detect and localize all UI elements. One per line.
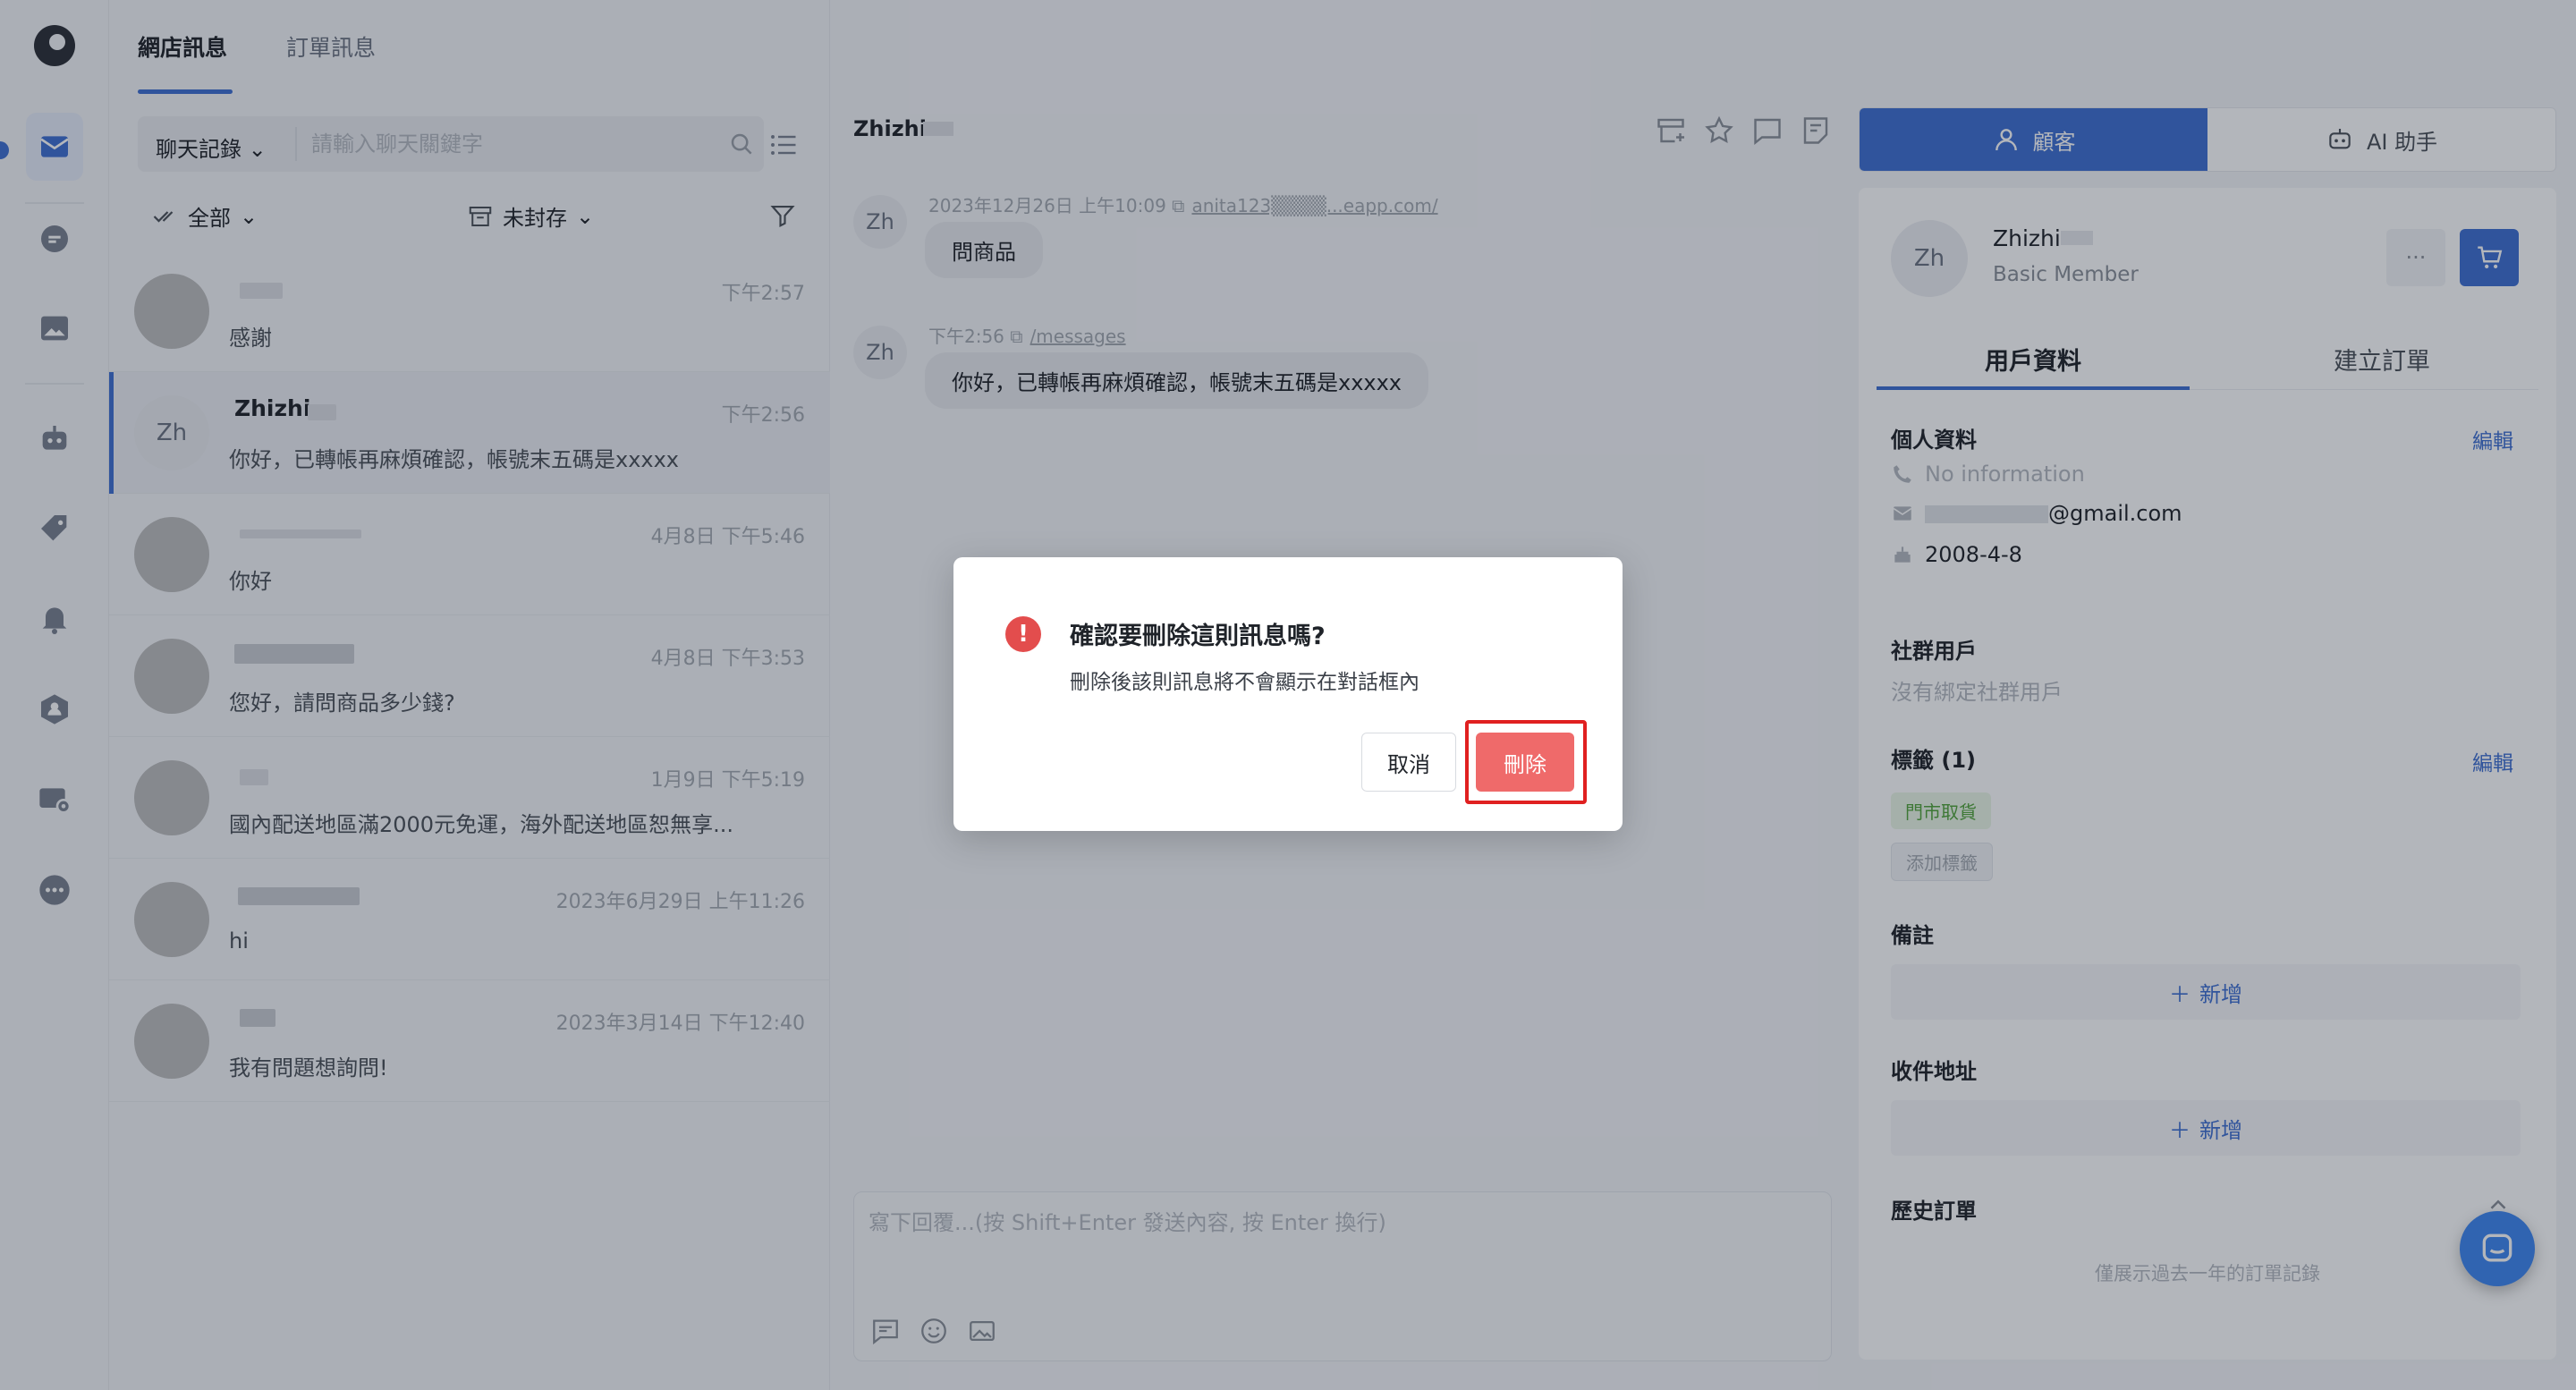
app-window: 網店訊息 訂單訊息 聊天記錄 ⌄ 全部 ⌄ 未封存 ⌄ — [0, 0, 2576, 1390]
delete-button[interactable]: 刪除 — [1476, 733, 1574, 792]
warning-icon: ! — [1005, 616, 1041, 652]
dialog-description: 刪除後該則訊息將不會顯示在對話框內 — [1070, 671, 1419, 694]
delete-confirm-dialog: ! 確認要刪除這則訊息嗎? 刪除後該則訊息將不會顯示在對話框內 取消 刪除 — [953, 557, 1623, 831]
dialog-title: 確認要刪除這則訊息嗎? — [1070, 623, 1326, 650]
cancel-button[interactable]: 取消 — [1361, 733, 1456, 792]
